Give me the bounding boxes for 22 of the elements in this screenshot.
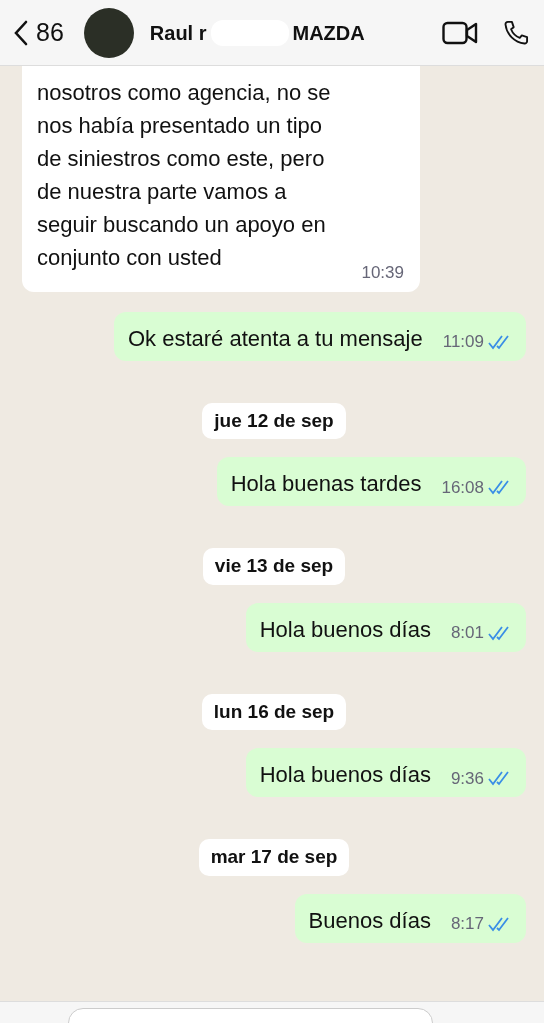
- message-time: 8:01: [450, 622, 484, 644]
- message-text: nosotros como agencia, no se nos había presentado un tipo de siniestros como este, pero de nuestra parte vamos a seguir buscando un apoyo en conjunto con usted: [37, 79, 331, 272]
- contact-name: MAZDA: [292, 20, 365, 46]
- date-label: mar 17 de sep: [198, 839, 350, 876]
- message-text: Hola buenos días: [259, 615, 431, 644]
- message-text: Buenos días: [308, 906, 431, 935]
- contact-name: Raul r: [149, 20, 207, 46]
- message-text: Hola buenas tardes: [230, 470, 422, 498]
- message-time: 16:08: [441, 476, 484, 499]
- message-time: 11:09: [442, 331, 484, 353]
- message-text: Ok estaré atenta a tu mensaje: [128, 324, 423, 353]
- message-text: Hola buenos días: [259, 761, 431, 789]
- back-button[interactable]: 86: [14, 13, 64, 52]
- phone-call-icon[interactable]: [502, 18, 530, 47]
- date-label: vie 13 de sep: [202, 548, 346, 585]
- video-call-icon[interactable]: [442, 20, 478, 45]
- back-chevron-icon: [14, 19, 28, 46]
- date-label: lun 16 de sep: [201, 693, 347, 730]
- message-time: 8:17: [450, 913, 484, 935]
- message-time: 9:36: [450, 767, 484, 790]
- date-label: jue 12 de sep: [202, 402, 346, 439]
- message-time: 10:39: [361, 262, 404, 284]
